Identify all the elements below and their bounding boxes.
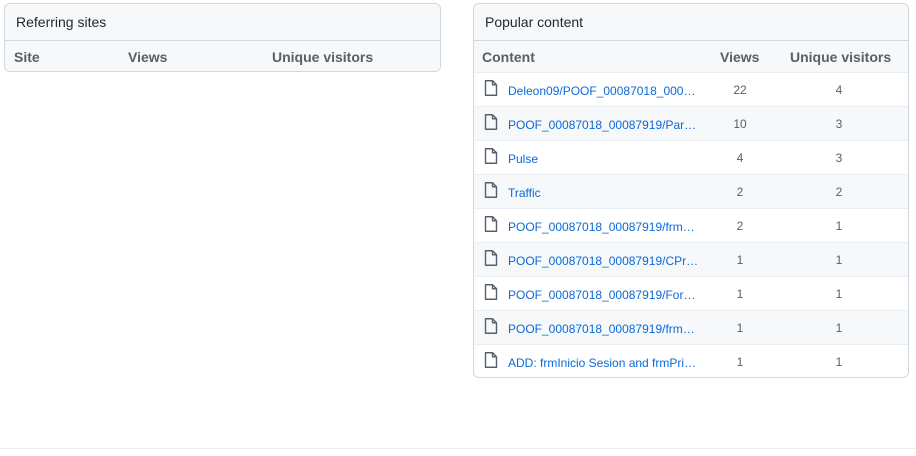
content-link[interactable]: POOF_00087018_00087919/Form1...: [508, 288, 700, 302]
table-row: ADD: frmInicio Sesion and frmPrin... 1 1: [474, 344, 908, 377]
table-row: Deleon09/POOF_00087018_00087... 22 4: [474, 72, 908, 106]
table-row: Traffic 2 2: [474, 174, 908, 208]
column-header-unique-visitors: Unique visitors: [790, 49, 892, 65]
table-row: POOF_00087018_00087919/frmPri... 1 1: [474, 310, 908, 344]
column-header-content: Content: [482, 49, 535, 65]
file-icon: [484, 284, 498, 300]
popular-content-panel: Popular content Content Views Unique vis…: [473, 3, 909, 378]
unique-visitors-count: 4: [835, 83, 843, 97]
content-link[interactable]: POOF_00087018_00087919/CProx...: [508, 254, 700, 268]
views-count: 1: [736, 355, 744, 369]
content-link[interactable]: POOF_00087018_00087919/frmPri...: [508, 220, 700, 234]
column-header-site: Site: [14, 49, 40, 65]
referring-sites-panel: Referring sites Site Views Unique visito…: [4, 3, 441, 72]
content-link[interactable]: Deleon09/POOF_00087018_00087...: [508, 84, 700, 98]
content-link[interactable]: Traffic: [508, 186, 700, 200]
views-count: 1: [736, 287, 744, 301]
unique-visitors-count: 3: [835, 117, 843, 131]
unique-visitors-count: 1: [835, 219, 843, 233]
file-icon: [484, 80, 498, 96]
column-header-views: Views: [128, 49, 168, 65]
views-count: 10: [733, 117, 747, 131]
table-row: POOF_00087018_00087919/CProx... 1 1: [474, 242, 908, 276]
views-count: 22: [733, 83, 747, 97]
popular-content-title: Popular content: [485, 14, 584, 30]
views-count: 2: [736, 219, 744, 233]
file-icon: [484, 318, 498, 334]
referring-sites-title: Referring sites: [16, 14, 107, 30]
popular-content-rows: Deleon09/POOF_00087018_00087... 22 4 POOF_0…: [474, 72, 908, 377]
footer-divider: [0, 448, 916, 449]
unique-visitors-count: 1: [835, 321, 843, 335]
file-icon: [484, 114, 498, 130]
table-row: POOF_00087018_00087919/Parcial... 10 3: [474, 106, 908, 140]
table-row: Pulse 4 3: [474, 140, 908, 174]
views-count: 1: [736, 321, 744, 335]
file-icon: [484, 148, 498, 164]
file-icon: [484, 352, 498, 368]
content-link[interactable]: POOF_00087018_00087919/Parcial...: [508, 118, 700, 132]
popular-content-header: Popular content: [474, 4, 908, 41]
unique-visitors-count: 1: [835, 287, 843, 301]
column-header-unique-visitors: Unique visitors: [272, 49, 374, 65]
table-row: POOF_00087018_00087919/frmPri... 2 1: [474, 208, 908, 242]
referring-sites-table-header: Site Views Unique visitors: [5, 41, 440, 71]
file-icon: [484, 216, 498, 232]
content-link[interactable]: POOF_00087018_00087919/frmPri...: [508, 322, 700, 336]
views-count: 4: [736, 151, 744, 165]
views-count: 1: [736, 253, 744, 267]
content-link[interactable]: Pulse: [508, 152, 700, 166]
unique-visitors-count: 2: [835, 185, 843, 199]
column-header-views: Views: [720, 49, 760, 65]
views-count: 2: [736, 185, 744, 199]
content-link[interactable]: ADD: frmInicio Sesion and frmPrin...: [508, 356, 700, 370]
table-row: POOF_00087018_00087919/Form1... 1 1: [474, 276, 908, 310]
referring-sites-header: Referring sites: [5, 4, 440, 41]
unique-visitors-count: 3: [835, 151, 843, 165]
file-icon: [484, 182, 498, 198]
unique-visitors-count: 1: [835, 253, 843, 267]
popular-content-table-header: Content Views Unique visitors: [474, 41, 908, 72]
unique-visitors-count: 1: [835, 355, 843, 369]
file-icon: [484, 250, 498, 266]
